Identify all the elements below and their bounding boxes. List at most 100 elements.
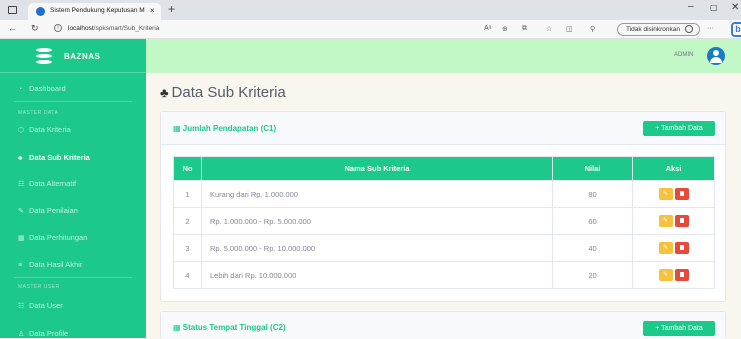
card-title-text: Status Tempat Tinggal (C2) — [182, 323, 286, 332]
sidebar-item-data-alternatif[interactable]: ☷ Data Alternatif — [18, 179, 76, 188]
sidebar-divider — [14, 101, 132, 102]
users-icon: ☷ — [18, 181, 25, 188]
browser-tab[interactable]: Sistem Pendukung Keputusan M × — [28, 3, 161, 20]
table-header-row: No Nama Sub Kriteria Nilai Aksi — [173, 156, 715, 181]
sidebar-item-label: Data Profile — [29, 329, 69, 338]
cube-icon: ⬡ — [18, 127, 25, 134]
cell-no: 1 — [173, 180, 202, 208]
sidebar-item-label: Data Sub Kriteria — [29, 153, 90, 162]
sidebar-item-data-perhitungan[interactable]: ▦ Data Perhitungan — [18, 233, 87, 242]
cell-aksi: ✎ — [632, 180, 715, 208]
sync-label: Tidak disinkronkan — [626, 26, 680, 33]
edit-button[interactable]: ✎ — [658, 188, 673, 200]
card-header: ▦ Status Tempat Tinggal (C2) + Tambah Da… — [161, 312, 725, 339]
sidebar-item-label: Data Kriteria — [29, 125, 71, 134]
extension-icon[interactable]: ⧉ — [522, 25, 527, 33]
add-data-button[interactable]: + Tambah Data — [643, 121, 715, 136]
sidebar-item-label: Data Perhitungan — [29, 233, 88, 242]
table-row: 4 Lebih dari Rp. 10.000.000 20 ✎ — [173, 261, 715, 289]
minimize-button[interactable]: – — [688, 1, 694, 12]
table-row: 2 Rp. 1.000.000 - Rp. 5.000.000 60 ✎ — [173, 207, 715, 235]
maximize-button[interactable]: ▢ — [710, 3, 718, 12]
cell-nilai: 20 — [552, 261, 633, 289]
zoom-icon[interactable]: ⊕ — [502, 25, 508, 33]
tab-close-button[interactable]: × — [150, 6, 155, 15]
card-header: ▦ Jumlah Pendapatan (C1) + Tambah Data — [161, 112, 725, 145]
table-row: 3 Rp. 5.000.000 - Rp. 10.000.000 40 ✎ — [173, 234, 715, 262]
cell-aksi: ✎ — [632, 234, 715, 262]
cell-nilai: 40 — [552, 234, 633, 262]
user-icon: ♙ — [18, 331, 25, 338]
delete-button[interactable] — [674, 215, 689, 227]
refresh-button[interactable]: ↻ — [31, 23, 39, 34]
url-path: /spksmart/Sub_Kriteria — [93, 25, 160, 32]
database-icon — [36, 48, 52, 64]
cell-nama: Lebih dari Rp. 10.000.000 — [201, 261, 553, 289]
cubes-icon: ♣ — [18, 155, 23, 162]
delete-button[interactable] — [674, 269, 689, 281]
site-info-icon[interactable]: i — [54, 24, 62, 32]
user-name[interactable]: ADMIN — [674, 52, 693, 58]
users-cog-icon: ☷ — [18, 303, 25, 310]
cell-nama: Rp. 5.000.000 - Rp. 10.000.000 — [201, 234, 553, 262]
edit-button[interactable]: ✎ — [658, 215, 673, 227]
delete-button[interactable] — [674, 188, 689, 200]
tab-actions-icon[interactable] — [8, 6, 17, 14]
page-title: ♣ Data Sub Kriteria — [160, 84, 286, 101]
read-aloud-icon[interactable]: Aᵃ — [484, 25, 491, 32]
sidebar-item-label: Data Alternatif — [29, 179, 77, 188]
sidebar-item-label: Data Hasil Akhir — [29, 260, 83, 269]
profile-icon — [684, 25, 693, 34]
card-jumlah-pendapatan: ▦ Jumlah Pendapatan (C1) + Tambah Data N… — [160, 111, 726, 302]
favorite-icon[interactable]: ☆ — [546, 25, 552, 33]
avatar[interactable] — [707, 47, 725, 65]
sidebar-item-data-hasil-akhir[interactable]: ≡ Data Hasil Akhir — [18, 260, 82, 269]
edit-button[interactable]: ✎ — [658, 242, 673, 254]
card-status-tempat-tinggal: ▦ Status Tempat Tinggal (C2) + Tambah Da… — [160, 311, 726, 339]
browser-tab-bar: Sistem Pendukung Keputusan M × + – ▢ ✕ — [0, 0, 741, 20]
sync-status-button[interactable]: Tidak disinkronkan — [617, 23, 700, 36]
cell-no: 4 — [173, 261, 202, 289]
collections-icon[interactable]: ⚲ — [590, 25, 595, 33]
sidebar-heading-master-data: MASTER DATA — [18, 110, 59, 116]
back-button[interactable]: ← — [8, 23, 17, 33]
close-window-button[interactable]: ✕ — [731, 2, 739, 13]
brand-name: BAZNAS — [64, 52, 101, 61]
sidebar-item-data-penilaian[interactable]: ✎ Data Penilaian — [18, 206, 78, 215]
edit-button[interactable]: ✎ — [658, 269, 673, 281]
sidebar-item-label: Data User — [29, 301, 63, 310]
card-title: ▦ Jumlah Pendapatan (C1) — [173, 124, 277, 133]
delete-button[interactable] — [674, 242, 689, 254]
cell-nama: Rp. 1.000.000 - Rp. 5.000.000 — [201, 207, 553, 235]
sidebar-item-data-sub-kriteria[interactable]: ♣ Data Sub Kriteria — [18, 153, 90, 162]
calculator-icon: ▦ — [18, 235, 25, 242]
add-data-button[interactable]: + Tambah Data — [643, 321, 715, 336]
sidebar-item-data-user[interactable]: ☷ Data User — [18, 301, 63, 310]
column-header-nilai[interactable]: Nilai — [552, 156, 633, 181]
more-menu-button[interactable]: ··· — [707, 25, 714, 32]
card-title-text: Jumlah Pendapatan (C1) — [182, 124, 277, 133]
column-header-nama[interactable]: Nama Sub Kriteria — [201, 156, 553, 181]
sidebar-item-dashboard[interactable]: ◔ Dashboard — [18, 84, 66, 93]
favicon-icon — [36, 7, 45, 16]
column-header-aksi[interactable]: Aksi — [632, 156, 715, 181]
sub-kriteria-table: No Nama Sub Kriteria Nilai Aksi 1 Kurang… — [173, 156, 715, 289]
column-header-no[interactable]: No — [173, 156, 202, 181]
address-bar: ← ↻ i localhost/spksmart/Sub_Kriteria Aᵃ… — [0, 20, 741, 39]
sidebar-brand[interactable]: BAZNAS — [0, 39, 146, 73]
cell-no: 3 — [173, 234, 202, 262]
sidebar-item-label: Data Penilaian — [29, 206, 78, 215]
copilot-icon[interactable]: b — [731, 22, 741, 37]
cubes-icon: ♣ — [160, 85, 169, 100]
page-title-text: Data Sub Kriteria — [171, 84, 286, 101]
sidebar-item-data-kriteria[interactable]: ⬡ Data Kriteria — [18, 125, 71, 134]
new-tab-button[interactable]: + — [168, 2, 175, 16]
tab-title: Sistem Pendukung Keputusan M — [50, 7, 145, 14]
sidebar: BAZNAS ◔ Dashboard MASTER DATA ⬡ Data Krit… — [0, 39, 146, 338]
top-bar: ADMIN — [146, 39, 741, 73]
cell-no: 2 — [173, 207, 202, 235]
sidebar-item-data-profile[interactable]: ♙ Data Profile — [18, 329, 68, 338]
url-field[interactable]: localhost/spksmart/Sub_Kriteria — [68, 25, 159, 32]
cell-nilai: 80 — [552, 180, 633, 208]
split-screen-icon[interactable]: ◫ — [566, 25, 573, 33]
